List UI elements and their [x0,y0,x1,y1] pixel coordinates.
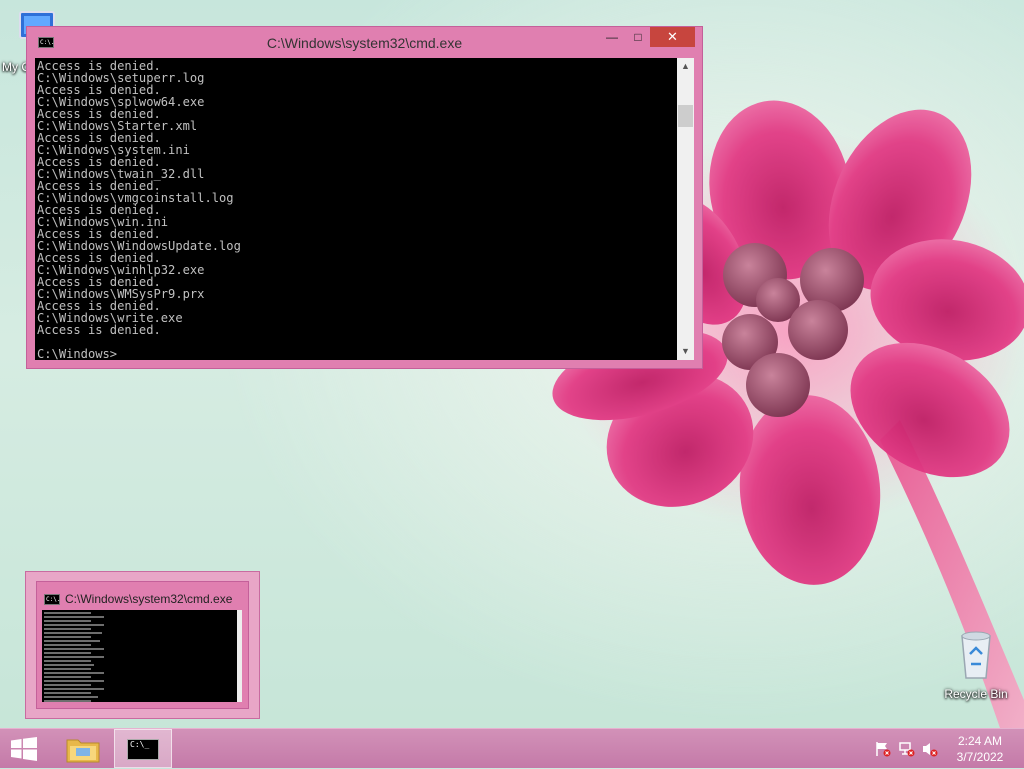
thumbnail-console-line [44,656,104,658]
thumbnail-console-line [44,640,101,642]
file-explorer-taskbar-button[interactable] [56,729,110,768]
thumbnail-console-line [44,664,94,666]
cmd-taskbar-button[interactable]: C:\_ [114,729,172,768]
maximize-button[interactable]: □ [625,27,651,47]
thumbnail-console-line [44,672,104,674]
windows-logo-icon [11,737,37,761]
cmd-console-output[interactable]: Access is denied. C:\Windows\setuperr.log… [35,58,677,360]
recycle-bin-desktop-icon[interactable]: Recycle Bin [938,630,1014,701]
cmd-titlebar[interactable]: C:\. C:\Windows\system32\cmd.exe — □ ✕ [27,27,702,58]
console-line: C:\Windows> [37,347,118,360]
thumbnail-console-line [44,680,104,682]
thumbnail-console-line [44,668,92,670]
thumbnail-console-line [44,676,92,678]
thumbnail-console-line [44,612,92,614]
thumbnail-console-line [44,696,98,698]
network-icon[interactable] [898,741,916,757]
taskbar-thumbnail-preview[interactable]: C:\. C:\Windows\system32\cmd.exe [25,571,260,719]
thumbnail-console-line [44,648,104,650]
console-line: Access is denied. [37,323,161,337]
taskbar-clock[interactable]: 2:24 AM 3/7/2022 [945,733,1015,765]
action-center-flag-icon[interactable] [874,741,892,757]
volume-muted-icon[interactable] [921,741,939,757]
clock-date: 3/7/2022 [956,750,1004,764]
start-button[interactable] [0,729,48,769]
recycle-bin-icon [961,631,991,679]
thumbnail-window-frame: C:\. C:\Windows\system32\cmd.exe [36,581,249,709]
thumbnail-scrollbar [237,610,242,702]
scroll-down-arrow-icon[interactable]: ▼ [677,343,694,360]
minimize-button[interactable]: — [599,27,625,47]
cmd-taskbar-icon: C:\_ [127,739,159,760]
thumbnail-console-line [44,624,104,626]
thumbnail-console-line [44,628,92,630]
recycle-bin-label: Recycle Bin [944,687,1008,701]
clock-time: 2:24 AM [957,734,1003,748]
close-button[interactable]: ✕ [650,27,695,47]
thumbnail-console-line [44,616,104,618]
thumbnail-console-line [44,700,92,702]
thumbnail-console [42,610,237,702]
cmd-window[interactable]: C:\. C:\Windows\system32\cmd.exe — □ ✕ A… [26,26,703,369]
thumbnail-console-line [44,684,92,686]
thumbnail-console-line [44,620,92,622]
taskbar: C:\_ 2:24 AM 3/7/2022 [0,728,1024,768]
thumbnail-title: C:\Windows\system32\cmd.exe [65,592,233,606]
cmd-scrollbar[interactable]: ▲ ▼ [677,58,694,360]
folder-icon [66,739,100,763]
thumbnail-cmd-icon: C:\. [44,594,61,605]
scroll-thumb[interactable] [678,105,693,127]
thumbnail-console-line [44,688,104,690]
thumbnail-console-line [44,636,92,638]
scroll-up-arrow-icon[interactable]: ▲ [677,58,694,75]
thumbnail-console-line [44,652,92,654]
thumbnail-console-line [44,644,92,646]
thumbnail-console-line [44,632,103,634]
thumbnail-console-line [44,660,92,662]
thumbnail-console-line [44,692,92,694]
